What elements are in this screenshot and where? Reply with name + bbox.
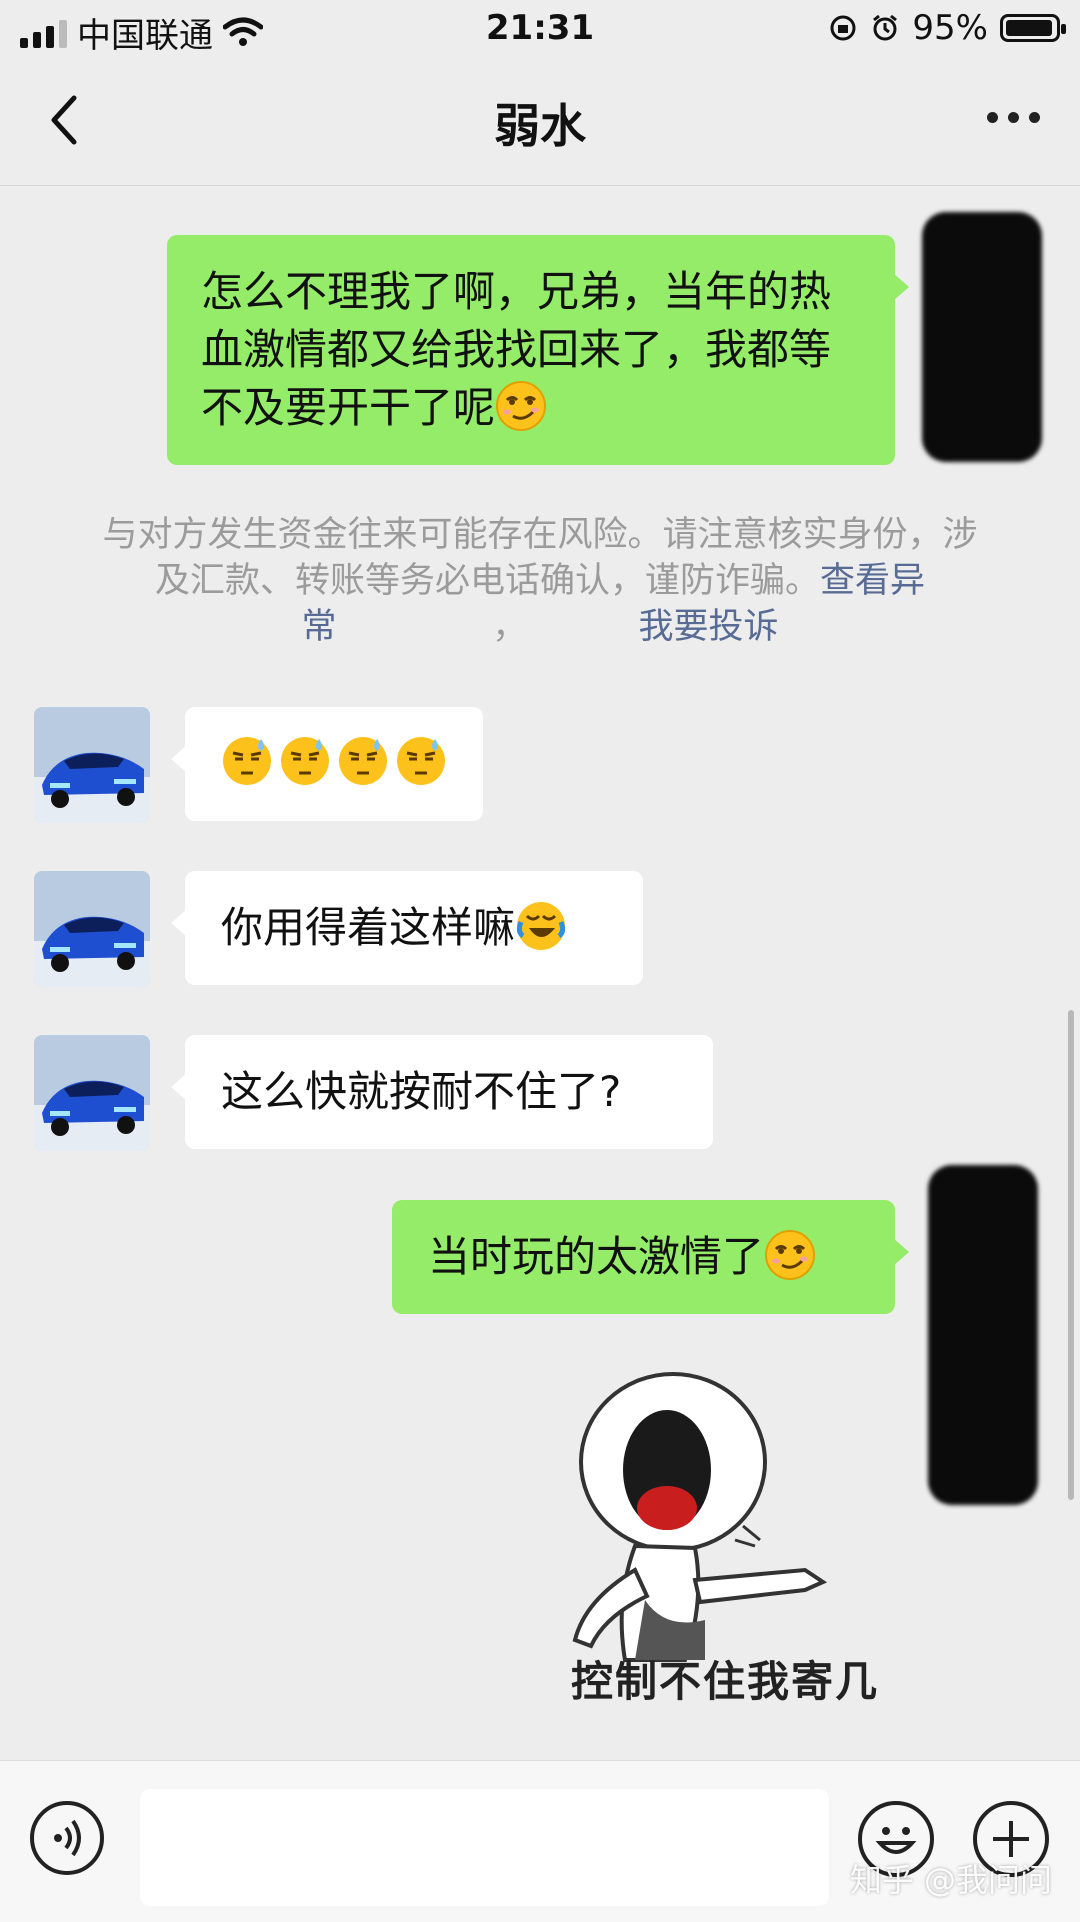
car-avatar-image [34, 707, 150, 823]
report-link[interactable]: 我要投诉 [639, 607, 779, 647]
sweat-face-icon [281, 737, 329, 785]
sweat-face-icon [339, 737, 387, 785]
more-dots-icon[interactable] [987, 112, 1040, 123]
status-bar: 中国联通 21:31 95% [0, 0, 1080, 60]
my-avatar[interactable] [928, 1165, 1038, 1505]
car-avatar-image [34, 1035, 150, 1151]
smirk-face-icon [765, 1230, 816, 1280]
contact-avatar[interactable] [34, 707, 150, 823]
status-right: 95% [828, 8, 1066, 48]
chat-title: 弱水 [494, 99, 586, 153]
chat-header: 弱水 [0, 60, 1080, 186]
message-text: 你用得着这样嘛 [221, 903, 516, 952]
sweat-face-icon [223, 737, 271, 785]
watermark: 知乎 @我问问 [849, 1861, 1052, 1899]
notice-separator: ， [492, 607, 528, 647]
sweat-face-icons [221, 735, 447, 787]
battery-percent: 95% [912, 8, 988, 48]
my-message-bubble[interactable]: 当时玩的太激情了 [392, 1200, 909, 1314]
car-avatar-image [34, 871, 150, 987]
sweat-face-icon [397, 737, 445, 785]
smirk-face-icon [496, 381, 547, 431]
rotation-lock-icon [830, 15, 856, 41]
voice-waves-icon [54, 1819, 81, 1857]
risk-notice: 与对方发生资金往来可能存在风险。请注意核实身份，涉及汇款、转账等务必电话确认，谨… [90, 512, 990, 650]
contact-message-bubble[interactable] [171, 707, 483, 821]
scrollbar[interactable] [1068, 1010, 1074, 1500]
rolling-laugh-face-icon [516, 902, 566, 950]
contact-message-bubble[interactable]: 这么快就按耐不住了? [171, 1035, 713, 1149]
voice-icon[interactable] [30, 1801, 104, 1875]
my-avatar[interactable] [922, 212, 1042, 462]
message-text: 当时玩的太激情了 [428, 1232, 765, 1281]
message-text: 这么快就按耐不住了? [221, 1067, 622, 1116]
battery-icon [1000, 14, 1066, 42]
contact-avatar[interactable] [34, 1035, 150, 1151]
alarm-icon [873, 14, 898, 41]
contact-message-bubble[interactable]: 你用得着这样嘛 [171, 871, 643, 985]
message-input[interactable] [140, 1789, 829, 1906]
my-message-bubble[interactable]: 怎么不理我了啊，兄弟，当年的热血激情都又给我找回来了，我都等不及要开干了呢 [167, 235, 909, 465]
sticker-caption: 控制不住我寄几 [570, 1657, 879, 1706]
contact-avatar[interactable] [34, 871, 150, 987]
